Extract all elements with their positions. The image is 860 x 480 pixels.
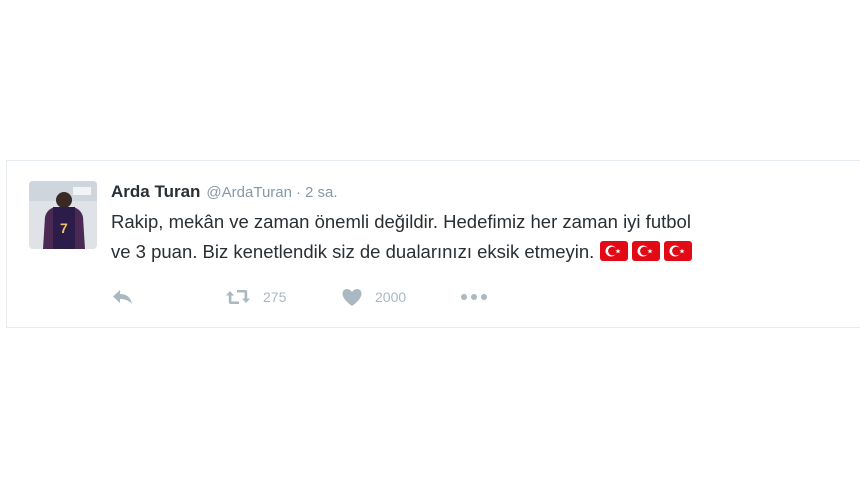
separator-dot: · [295, 184, 301, 201]
svg-text:7: 7 [60, 220, 68, 236]
page: 7 Arda Turan @ArdaTuran · 2 sa. Rakip, m… [0, 0, 860, 480]
turkey-flag-emoji-icon [632, 241, 661, 261]
tweet-text-line-2: ve 3 puan. Biz kenetlendik siz de dualar… [111, 237, 831, 267]
tweet-header: Arda Turan @ArdaTuran · 2 sa. [111, 182, 338, 202]
turkey-flag-emoji-icon [600, 241, 629, 261]
avatar-image: 7 [29, 181, 97, 249]
tweet-timestamp[interactable]: 2 sa. [305, 184, 338, 201]
tweet-text-line-2-text: ve 3 puan. Biz kenetlendik siz de dualar… [111, 241, 595, 262]
author-name[interactable]: Arda Turan [111, 182, 200, 202]
retweet-button[interactable]: 275 [225, 287, 341, 307]
tweet-text: Rakip, mekân ve zaman önemli değildir. H… [111, 207, 831, 267]
heart-icon [342, 289, 362, 306]
flag-emojis [600, 241, 693, 261]
author-handle[interactable]: @ArdaTuran [206, 184, 292, 201]
tweet-text-line-1: Rakip, mekân ve zaman önemli değildir. H… [111, 211, 691, 232]
more-options-button[interactable] [459, 292, 489, 302]
more-dots-icon [461, 294, 487, 300]
like-button[interactable]: 2000 [341, 287, 459, 307]
tweet-card[interactable]: 7 Arda Turan @ArdaTuran · 2 sa. Rakip, m… [6, 160, 860, 328]
reply-button[interactable] [111, 287, 225, 307]
turkey-flag-emoji-icon [664, 241, 693, 261]
like-count: 2000 [375, 289, 407, 305]
reply-icon [113, 290, 132, 304]
avatar[interactable]: 7 [29, 181, 97, 249]
retweet-icon [226, 290, 250, 304]
retweet-count: 275 [263, 289, 287, 305]
tweet-actions: 275 2000 [111, 285, 489, 309]
